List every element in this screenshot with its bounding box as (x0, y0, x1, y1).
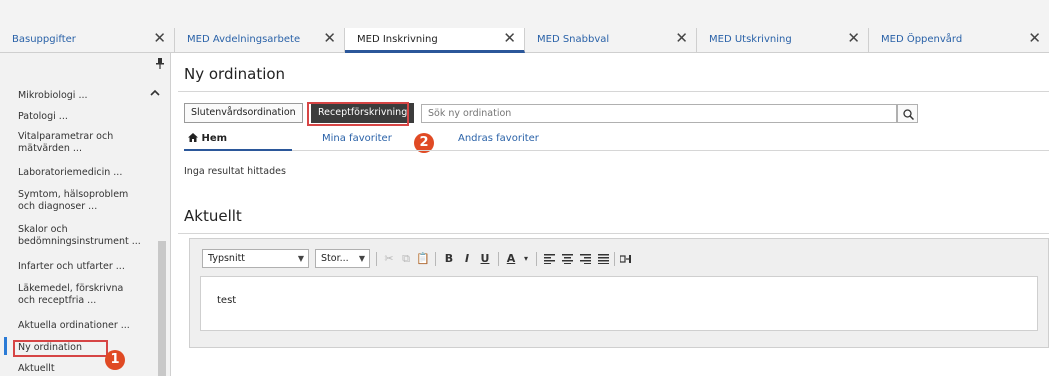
sidebar-item-aktuella-ordinationer[interactable]: Aktuella ordinationer ... (18, 320, 158, 332)
divider (178, 91, 1049, 92)
italic-button[interactable]: I (459, 249, 475, 268)
tab-mina-favoriter[interactable]: Mina favoriter (322, 133, 392, 144)
tab-med-oppenvard[interactable]: MED Öppenvård ✕ (869, 28, 1049, 52)
tab-label: MED Inskrivning (357, 34, 438, 45)
tab-med-inskrivning[interactable]: MED Inskrivning ✕ (345, 28, 525, 53)
sidebar-item-skalor[interactable]: Skalor och bedömningsinstrument ... (18, 224, 158, 248)
search-icon (903, 109, 914, 120)
sidebar-item-vitalparametrar[interactable]: Vitalparametrar och mätvärden ... (18, 131, 128, 155)
sidebar-item-laboratoriemedicin[interactable]: Laboratoriemedicin ... (18, 167, 158, 179)
font-family-value: Typsnitt (208, 253, 246, 264)
divider (178, 233, 1049, 234)
tab-med-avdelningsarbete[interactable]: MED Avdelningsarbete ✕ (175, 28, 345, 52)
sidebar-item-infarter[interactable]: Infarter och utfarter ... (18, 261, 158, 273)
tab-hem-label: Hem (201, 133, 228, 144)
top-spacer (0, 0, 1049, 28)
close-icon[interactable]: ✕ (675, 31, 688, 46)
search-input[interactable] (421, 104, 897, 123)
editor-text-area[interactable]: test (200, 276, 1038, 331)
toolbar-separator (536, 252, 537, 266)
align-left-icon[interactable] (541, 249, 557, 268)
tab-hem[interactable]: Hem (188, 133, 227, 144)
toolbar-separator (376, 252, 377, 266)
insert-field-icon[interactable] (618, 249, 634, 268)
copy-icon[interactable]: ⧉ (398, 249, 414, 268)
rich-text-editor: Typsnitt ▼ Stor... ▼ ✂ ⧉ 📋 B I U A ▾ tes… (189, 238, 1049, 348)
tab-label: MED Öppenvård (881, 34, 963, 45)
tab-label: MED Snabbval (537, 34, 610, 45)
page-title: Ny ordination (184, 65, 286, 83)
paste-icon[interactable]: 📋 (415, 249, 431, 268)
tab-label: Basuppgifter (12, 34, 76, 45)
font-family-select[interactable]: Typsnitt ▼ (202, 249, 309, 268)
underline-button[interactable]: U (477, 249, 493, 268)
close-icon[interactable]: ✕ (1028, 31, 1041, 46)
sidebar-item-patologi[interactable]: Patologi ... (18, 111, 158, 123)
align-right-icon[interactable] (577, 249, 593, 268)
close-icon[interactable]: ✕ (503, 31, 516, 46)
home-icon (188, 133, 198, 142)
font-size-select[interactable]: Stor... ▼ (315, 249, 370, 268)
divider (292, 150, 1049, 151)
sidebar-item-symtom[interactable]: Symtom, hälsoproblem och diagnoser ... (18, 189, 143, 213)
font-color-button[interactable]: A (503, 249, 519, 268)
chevron-down-icon[interactable]: ▾ (518, 249, 534, 268)
editor-content: test (217, 295, 237, 306)
bold-button[interactable]: B (441, 249, 457, 268)
tab-basuppgifter[interactable]: Basuppgifter ✕ (0, 28, 175, 52)
align-center-icon[interactable] (559, 249, 575, 268)
active-tab-indicator (184, 149, 292, 151)
tab-andras-favoriter[interactable]: Andras favoriter (458, 133, 539, 144)
sidebar-scrollbar[interactable] (158, 241, 166, 376)
chevron-down-icon: ▼ (297, 254, 304, 263)
tab-med-snabbval[interactable]: MED Snabbval ✕ (525, 28, 697, 52)
tab-label: MED Avdelningsarbete (187, 34, 301, 45)
pin-icon[interactable] (156, 58, 164, 72)
tab-label: MED Utskrivning (709, 34, 792, 45)
sidebar: Mikrobiologi ... Patologi ... Vitalparam… (0, 53, 171, 376)
main-content: Ny ordination Slutenvårdsordination Rece… (174, 53, 1049, 376)
cut-icon[interactable]: ✂ (381, 249, 397, 268)
sidebar-item-aktuellt[interactable]: Aktuellt (18, 363, 158, 375)
toolbar-separator (498, 252, 499, 266)
highlight-box-receptforskrivning (307, 102, 409, 126)
no-results-text: Inga resultat hittades (184, 166, 286, 177)
close-icon[interactable]: ✕ (153, 31, 166, 46)
callout-badge-1: 1 (105, 350, 125, 370)
font-size-value: Stor... (321, 253, 349, 264)
chevron-down-icon: ▼ (358, 254, 365, 263)
sidebar-item-mikrobiologi[interactable]: Mikrobiologi ... (18, 90, 158, 102)
highlight-box-ny-ordination (13, 340, 108, 357)
tab-bar: Basuppgifter ✕ MED Avdelningsarbete ✕ ME… (0, 28, 1049, 53)
toolbar-separator (614, 252, 615, 266)
search-button[interactable] (897, 104, 918, 123)
section-title: Aktuellt (184, 207, 242, 225)
close-icon[interactable]: ✕ (323, 31, 336, 46)
active-item-marker (4, 337, 7, 355)
slutenvardsordination-button[interactable]: Slutenvårdsordination (184, 103, 303, 123)
toolbar-separator (435, 252, 436, 266)
close-icon[interactable]: ✕ (847, 31, 860, 46)
justify-icon[interactable] (595, 249, 611, 268)
tab-med-utskrivning[interactable]: MED Utskrivning ✕ (697, 28, 869, 52)
sidebar-item-lakemedel[interactable]: Läkemedel, förskrivna och receptfria ... (18, 283, 133, 307)
